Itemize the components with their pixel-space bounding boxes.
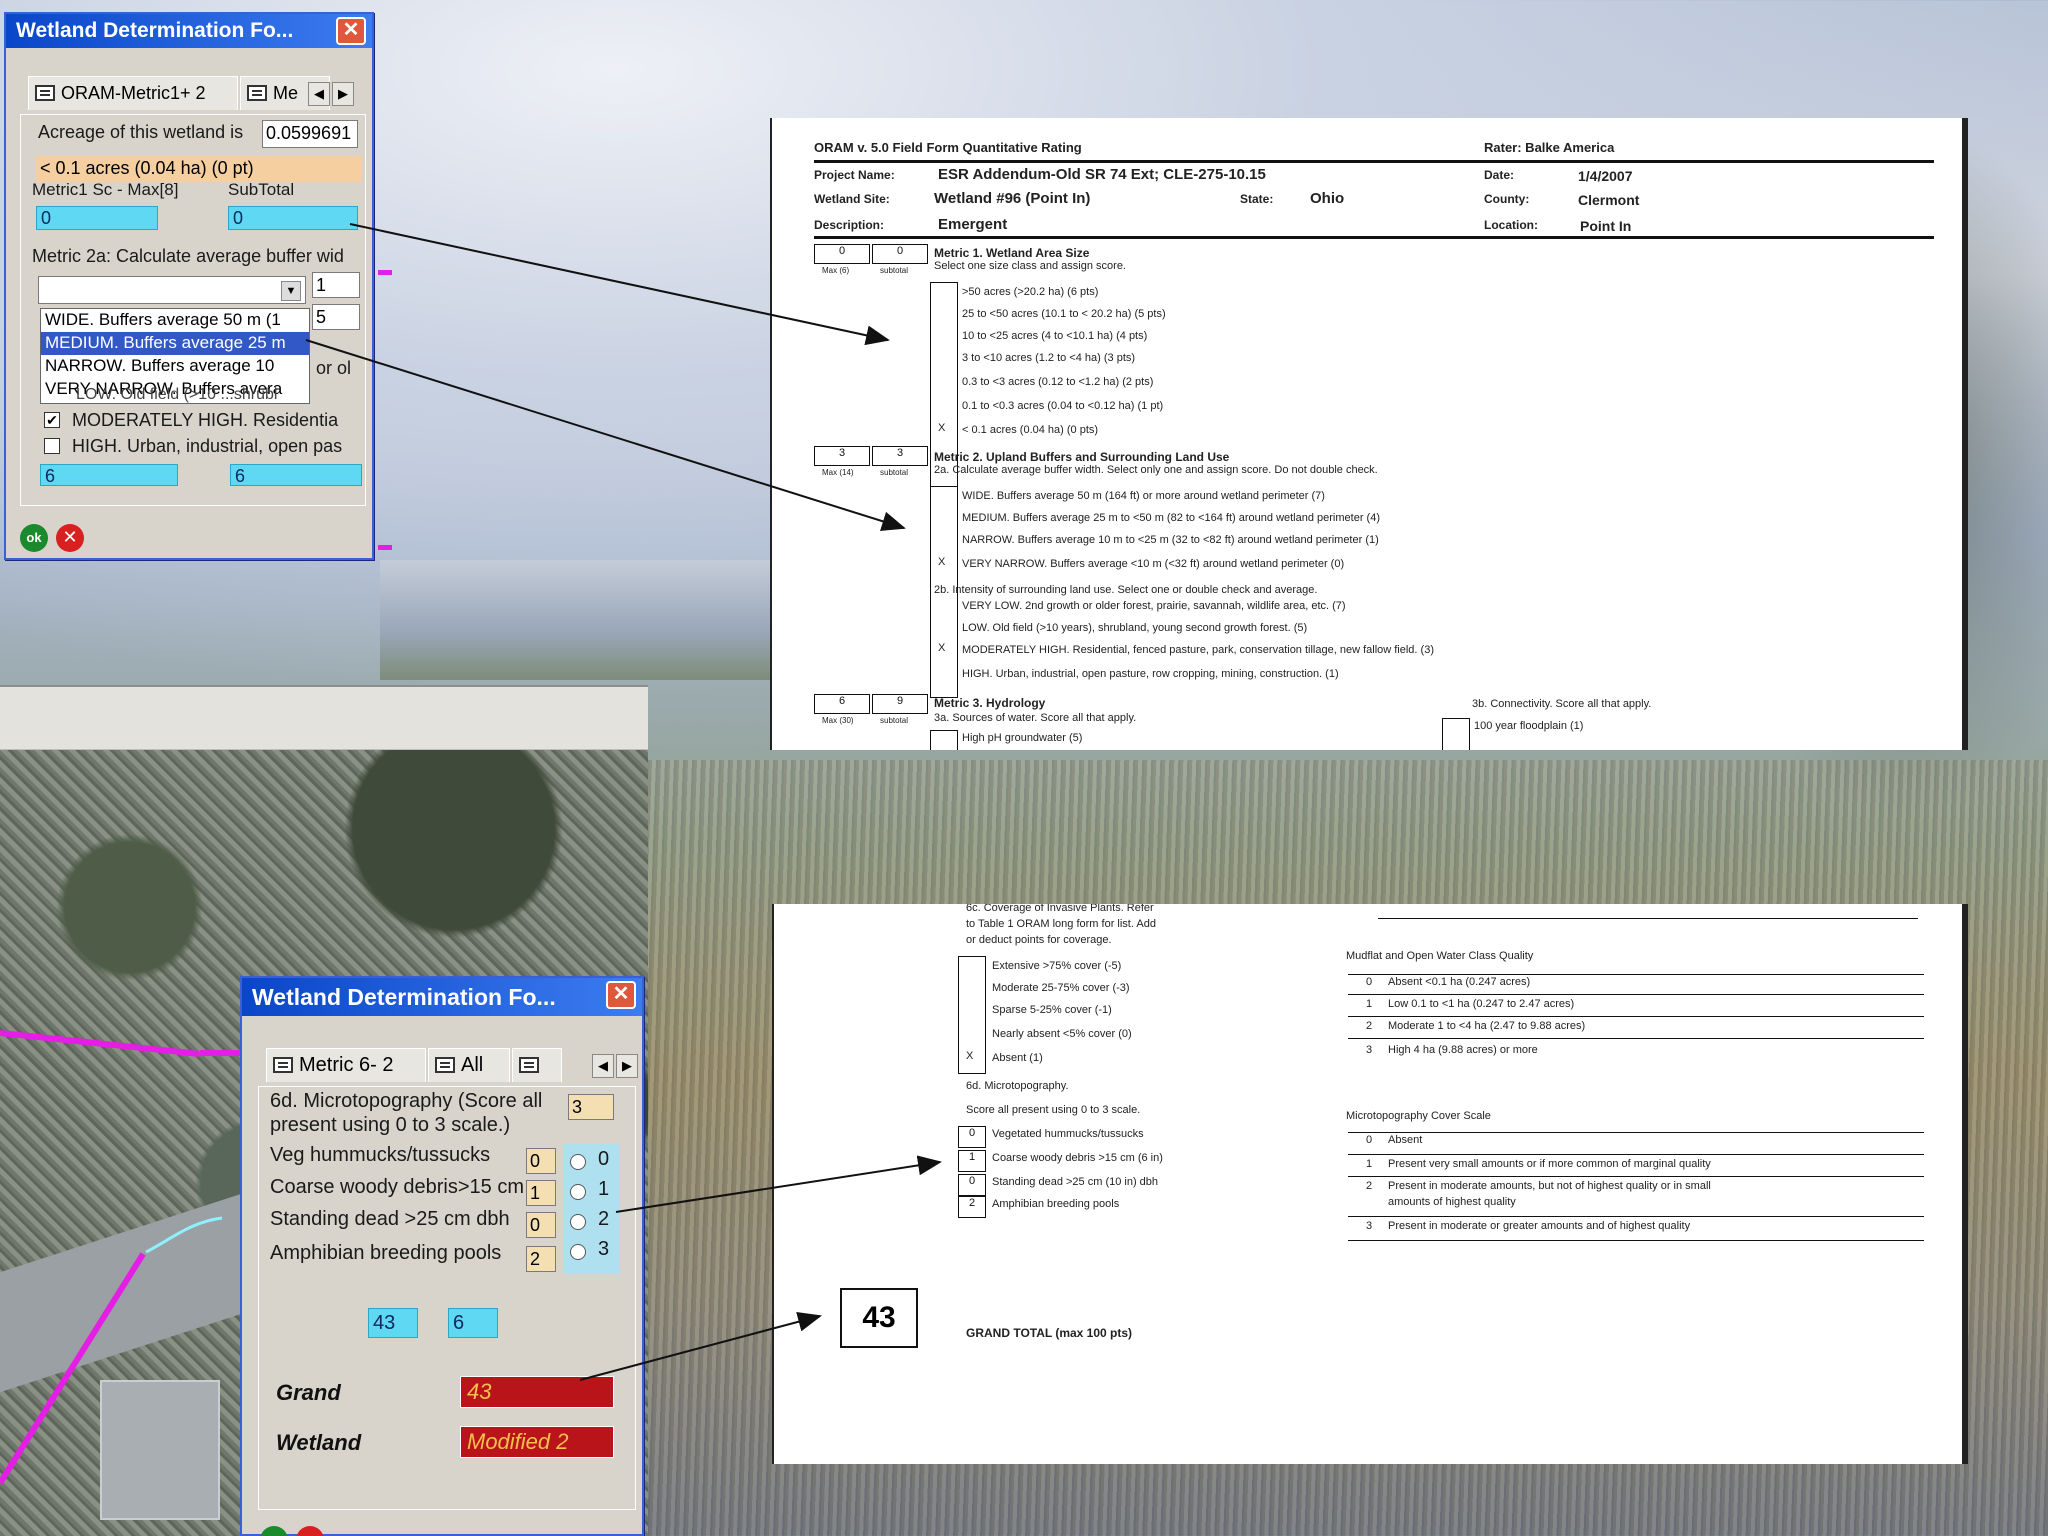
arrow-line <box>349 223 890 346</box>
stream-line <box>145 1216 223 1254</box>
arrow-line <box>615 1155 942 1213</box>
pointer-arrows <box>145 223 942 1381</box>
arrow-line <box>579 1312 822 1381</box>
arrow-line <box>305 339 906 531</box>
